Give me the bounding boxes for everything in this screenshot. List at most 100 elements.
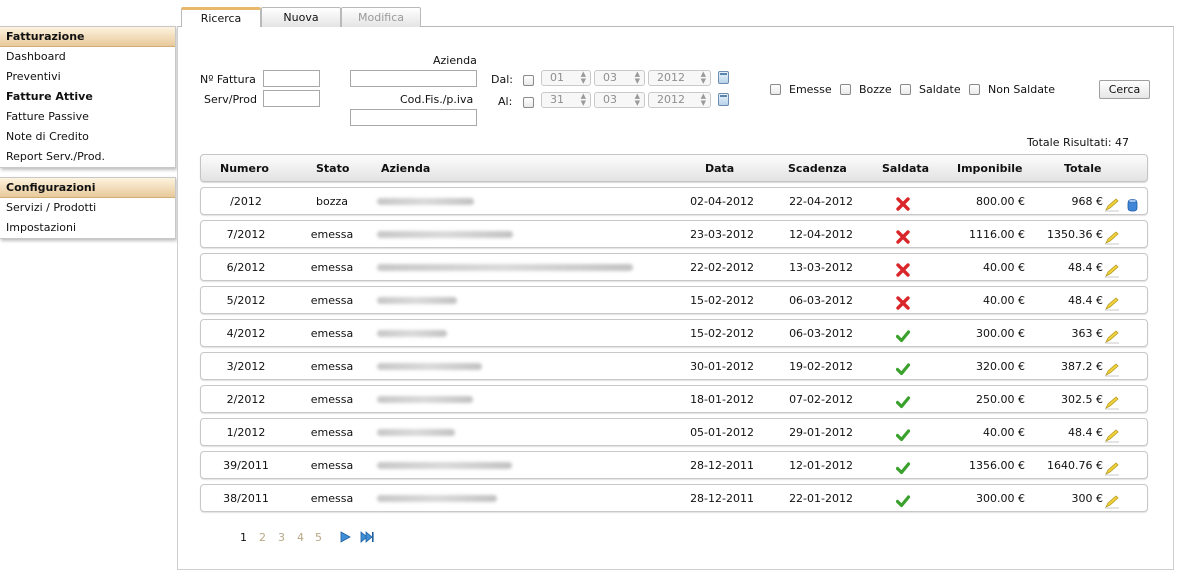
delete-icon[interactable]	[1127, 195, 1138, 212]
al-year-value: 2012	[657, 93, 685, 106]
filter-emesse-checkbox[interactable]	[770, 84, 781, 95]
invoice-date: 18-01-2012	[690, 393, 754, 406]
invoice-total: 1350.36 €	[1047, 228, 1103, 241]
table-row[interactable]: 6/2012 emessa 22-02-2012 13-03-2012 40.00 € 4…	[200, 253, 1148, 281]
table-row[interactable]: 3/2012 emessa 30-01-2012 19-02-2012 320.00 €…	[200, 352, 1148, 380]
company-name-redacted	[377, 363, 482, 370]
invoice-total: 363 €	[1071, 327, 1104, 340]
stepper-arrows-icon: ▲ ▼	[580, 70, 586, 85]
col-data[interactable]: Data	[705, 155, 734, 183]
filter-bozze-checkbox[interactable]	[840, 84, 851, 95]
invoice-number: 38/2011	[223, 492, 269, 505]
last-page-icon[interactable]	[360, 531, 374, 543]
table-row[interactable]: 5/2012 emessa 15-02-2012 06-03-2012 40.00 € 4…	[200, 286, 1148, 314]
invoice-number: 1/2012	[226, 426, 266, 439]
invoice-date: 28-12-2011	[690, 459, 754, 472]
sidebar-item-report[interactable]: Report Serv./Prod.	[0, 147, 175, 167]
edit-pencil-icon[interactable]	[1104, 492, 1120, 509]
page-5-link[interactable]: 5	[315, 531, 322, 544]
edit-pencil-icon[interactable]	[1104, 393, 1120, 410]
col-saldata[interactable]: Saldata	[882, 155, 929, 183]
page-1-link[interactable]: 1	[240, 531, 247, 544]
invoice-taxable-amount: 250.00 €	[976, 393, 1025, 406]
sidebar-item-servizi-prodotti[interactable]: Servizi / Prodotti	[0, 198, 175, 218]
invoice-date: 30-01-2012	[690, 360, 754, 373]
invoice-taxable-amount: 300.00 €	[976, 327, 1025, 340]
edit-pencil-icon[interactable]	[1104, 360, 1120, 377]
invoice-number: 6/2012	[226, 261, 266, 274]
sidebar-item-preventivi[interactable]: Preventivi	[0, 67, 175, 87]
invoice-status: emessa	[310, 492, 354, 505]
edit-pencil-icon[interactable]	[1104, 459, 1120, 476]
sidebar-group-configurazioni: Configurazioni Servizi / Prodotti Impost…	[0, 177, 176, 239]
page-4-link[interactable]: 4	[297, 531, 304, 544]
cerca-button[interactable]: Cerca	[1099, 80, 1150, 99]
table-header: Numero Stato Azienda Data Scadenza Salda…	[200, 154, 1148, 182]
azienda-input[interactable]	[350, 70, 477, 87]
sidebar-item-note-di-credito[interactable]: Note di Credito	[0, 127, 175, 147]
invoice-date: 15-02-2012	[690, 327, 754, 340]
invoice-number: 4/2012	[226, 327, 266, 340]
table-row[interactable]: 39/2011 emessa 28-12-2011 12-01-2012 1356.00…	[200, 451, 1148, 479]
edit-pencil-icon[interactable]	[1104, 228, 1120, 245]
codfis-label: Cod.Fis./p.iva	[400, 93, 474, 106]
col-numero[interactable]: Numero	[220, 155, 269, 183]
serv-prod-input[interactable]	[263, 90, 320, 107]
filter-non-saldate-checkbox[interactable]	[969, 84, 980, 95]
invoice-status: emessa	[310, 327, 354, 340]
numero-fattura-input[interactable]	[263, 70, 320, 87]
edit-pencil-icon[interactable]	[1104, 426, 1120, 443]
dal-enable-checkbox[interactable]	[523, 75, 534, 86]
paid-check-icon	[895, 425, 911, 442]
edit-pencil-icon[interactable]	[1104, 195, 1120, 212]
dal-year-stepper[interactable]: 2012 ▲ ▼	[648, 70, 711, 86]
tab-ricerca[interactable]: Ricerca	[181, 7, 261, 27]
sidebar-group-fatturazione: Fatturazione Dashboard Preventivi Fattur…	[0, 26, 176, 168]
invoice-due-date: 12-01-2012	[789, 459, 853, 472]
al-month-stepper[interactable]: 03 ▲ ▼	[594, 92, 645, 108]
invoice-number: 2/2012	[226, 393, 266, 406]
table-row[interactable]: 1/2012 emessa 05-01-2012 29-01-2012 40.00 € 4…	[200, 418, 1148, 446]
dal-day-stepper[interactable]: 01 ▲ ▼	[541, 70, 591, 86]
dal-calendar-icon[interactable]	[718, 71, 729, 84]
page-2-link[interactable]: 2	[259, 531, 266, 544]
sidebar-item-fatture-attive[interactable]: Fatture Attive	[0, 87, 175, 107]
codfis-input[interactable]	[350, 109, 477, 126]
table-row[interactable]: /2012 bozza 02-04-2012 22-04-2012 800.00 € 96…	[200, 187, 1148, 215]
al-year-stepper[interactable]: 2012 ▲ ▼	[648, 92, 711, 108]
sidebar-item-fatture-passive[interactable]: Fatture Passive	[0, 107, 175, 127]
invoice-taxable-amount: 300.00 €	[976, 492, 1025, 505]
company-name-redacted	[377, 495, 497, 502]
al-enable-checkbox[interactable]	[523, 97, 534, 108]
invoice-date: 02-04-2012	[690, 195, 754, 208]
invoice-status: bozza	[315, 195, 348, 208]
tab-nuova[interactable]: Nuova	[261, 7, 341, 27]
table-row[interactable]: 7/2012 emessa 23-03-2012 12-04-2012 1116.00 …	[200, 220, 1148, 248]
col-azienda[interactable]: Azienda	[381, 155, 430, 183]
al-day-stepper[interactable]: 31 ▲ ▼	[541, 92, 591, 108]
al-calendar-icon[interactable]	[718, 93, 729, 106]
table-row[interactable]: 2/2012 emessa 18-01-2012 07-02-2012 250.00 €…	[200, 385, 1148, 413]
filter-saldate-label: Saldate	[919, 83, 961, 96]
sidebar-header-configurazioni: Configurazioni	[0, 178, 175, 198]
col-imponibile[interactable]: Imponibile	[957, 155, 1022, 183]
invoice-status: emessa	[310, 426, 354, 439]
filter-saldate-checkbox[interactable]	[900, 84, 911, 95]
col-scadenza[interactable]: Scadenza	[788, 155, 847, 183]
total-results: Totale Risultati: 47	[1027, 136, 1130, 149]
dal-month-stepper[interactable]: 03 ▲ ▼	[594, 70, 645, 86]
next-page-icon[interactable]	[340, 531, 351, 543]
table-row[interactable]: 38/2011 emessa 28-12-2011 22-01-2012 300.00 …	[200, 484, 1148, 512]
edit-pencil-icon[interactable]	[1104, 294, 1120, 311]
invoice-total: 48.4 €	[1068, 294, 1103, 307]
edit-pencil-icon[interactable]	[1104, 261, 1120, 278]
sidebar-item-dashboard[interactable]: Dashboard	[0, 47, 175, 67]
col-totale[interactable]: Totale	[1064, 155, 1102, 183]
edit-pencil-icon[interactable]	[1104, 327, 1120, 344]
page-3-link[interactable]: 3	[278, 531, 285, 544]
sidebar-item-impostazioni[interactable]: Impostazioni	[0, 218, 175, 238]
col-stato[interactable]: Stato	[316, 155, 349, 183]
table-row[interactable]: 4/2012 emessa 15-02-2012 06-03-2012 300.00 €…	[200, 319, 1148, 347]
invoice-total: 1640.76 €	[1047, 459, 1103, 472]
invoice-total: 300 €	[1071, 492, 1104, 505]
